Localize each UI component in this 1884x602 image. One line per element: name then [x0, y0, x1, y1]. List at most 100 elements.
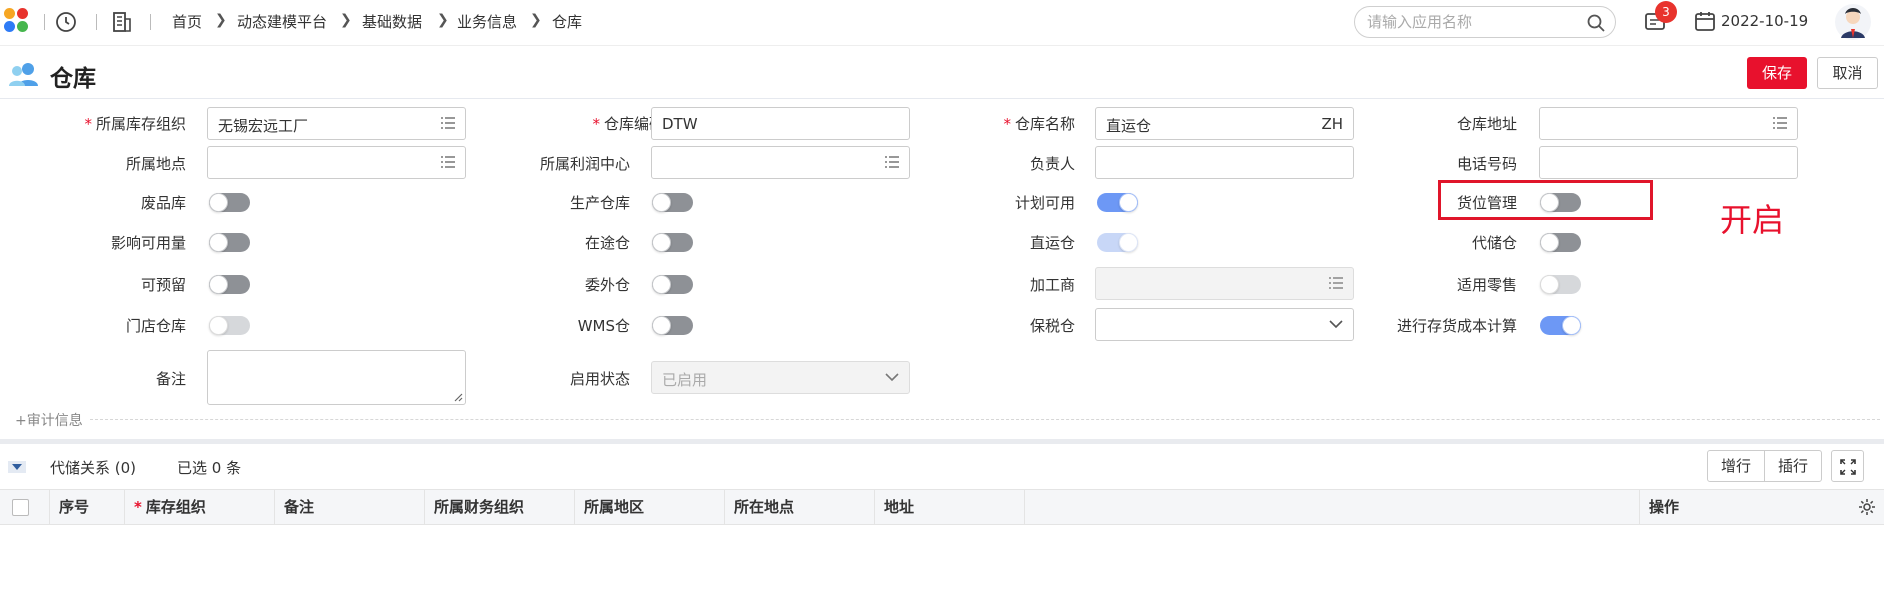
app-search-box[interactable] — [1354, 6, 1616, 38]
chevron-right-icon: ❯ — [215, 12, 227, 28]
divider — [44, 14, 45, 30]
retail-applicable-label: 适用零售 — [1456, 276, 1517, 294]
in-transit-label: 在途仓 — [584, 234, 630, 252]
user-avatar[interactable] — [1834, 2, 1872, 42]
expand-icon — [1840, 459, 1856, 475]
wh-address-field[interactable] — [1539, 107, 1798, 140]
audit-divider — [90, 419, 1880, 420]
reservable-label: 可预留 — [140, 276, 186, 294]
phone-label: 电话号码 — [1456, 155, 1517, 173]
collapse-triangle-icon[interactable] — [8, 461, 26, 473]
plan-available-label: 计划可用 — [1014, 194, 1075, 212]
remark-textarea[interactable] — [207, 350, 466, 405]
chevron-right-icon: ❯ — [437, 12, 449, 28]
cost-calc-toggle[interactable] — [1540, 316, 1581, 335]
list-icon[interactable] — [440, 155, 456, 169]
manager-field[interactable] — [1095, 146, 1354, 179]
outsourced-label: 委外仓 — [584, 276, 630, 294]
in-transit-toggle[interactable] — [652, 233, 693, 252]
processor-label: 加工商 — [1029, 276, 1075, 294]
phone-field[interactable] — [1539, 146, 1798, 179]
wh-name-label: * 仓库名称 — [1003, 115, 1075, 133]
fullscreen-button[interactable] — [1831, 450, 1864, 482]
column-header[interactable]: 所属财务组织 — [425, 490, 575, 524]
cancel-button[interactable]: 取消 — [1817, 57, 1878, 89]
processor-field — [1095, 267, 1354, 300]
wms-wh-toggle[interactable] — [652, 316, 693, 335]
language-suffix[interactable]: ZH — [1321, 115, 1343, 133]
column-header[interactable]: 地址 — [875, 490, 1025, 524]
direct-ship-toggle — [1097, 233, 1138, 252]
grid-title[interactable]: 代储关系 (0) — [50, 457, 136, 478]
save-button[interactable]: 保存 — [1747, 57, 1807, 89]
annotation-text: 开启 — [1720, 201, 1785, 239]
waste-wh-toggle[interactable] — [209, 193, 250, 212]
building-icon[interactable] — [110, 10, 134, 34]
breadcrumb-home[interactable]: 首页 — [172, 11, 202, 32]
selected-count: 已选 0 条 — [177, 459, 242, 477]
consignment-toggle[interactable] — [1540, 233, 1581, 252]
select-all-cell — [0, 490, 50, 524]
status-select: 已启用 — [651, 361, 910, 394]
wh-code-label: * 仓库编码 — [592, 115, 664, 133]
status-label: 启用状态 — [569, 370, 630, 388]
current-date[interactable]: 2022-10-19 — [1721, 12, 1808, 30]
profit-center-field[interactable] — [651, 146, 910, 179]
audit-info-toggle[interactable]: +审计信息 — [15, 410, 83, 430]
highlight-box — [1438, 180, 1653, 220]
row-button-group: 增行 插行 — [1707, 450, 1823, 482]
direct-ship-label: 直运仓 — [1029, 234, 1075, 252]
page-title: 仓库 — [50, 66, 96, 92]
history-clock-icon[interactable] — [54, 10, 78, 34]
remark-label: 备注 — [155, 370, 186, 388]
search-input[interactable] — [1367, 13, 1567, 31]
column-header-required[interactable]: * 库存组织 — [125, 490, 275, 524]
chevron-right-icon: ❯ — [340, 12, 352, 28]
divider — [150, 14, 151, 30]
chevron-down-icon — [885, 373, 899, 382]
column-header[interactable]: 序号 — [50, 490, 125, 524]
column-header[interactable]: 备注 — [275, 490, 425, 524]
app-logo[interactable] — [4, 8, 30, 34]
breadcrumb-platform[interactable]: 动态建模平台 — [237, 11, 327, 32]
location-label: 所属地点 — [125, 155, 186, 173]
column-header[interactable]: 所属地区 — [575, 490, 725, 524]
warehouse-form: * 所属库存组织 无锡宏远工厂 * 仓库编码 DTW * 仓库名称 直运仓 ZH 仓库… — [0, 100, 1884, 440]
plan-available-toggle[interactable] — [1097, 193, 1138, 212]
page-header: 仓库 保存 取消 — [0, 47, 1884, 99]
bonded-label: 保税仓 — [1029, 317, 1075, 335]
retail-applicable-toggle[interactable] — [1540, 275, 1581, 294]
list-icon[interactable] — [1772, 116, 1788, 130]
column-settings-gear-icon[interactable] — [1858, 498, 1876, 516]
chevron-down-icon[interactable] — [1329, 319, 1343, 329]
wh-name-field[interactable]: 直运仓 ZH — [1095, 107, 1354, 140]
resize-handle-icon[interactable] — [453, 392, 463, 402]
outsourced-toggle[interactable] — [652, 275, 693, 294]
affect-available-toggle[interactable] — [209, 233, 250, 252]
calendar-icon[interactable] — [1694, 10, 1716, 32]
inv-org-field[interactable]: 无锡宏远工厂 — [207, 107, 466, 140]
wms-wh-label: WMS仓 — [577, 317, 630, 335]
chevron-right-icon: ❯ — [530, 12, 542, 28]
top-bar: 首页 ❯ 动态建模平台 ❯ 基础数据 ❯ 业务信息 ❯ 仓库 3 2022-10… — [0, 0, 1884, 46]
reservable-toggle[interactable] — [209, 275, 250, 294]
waste-wh-label: 废品库 — [140, 194, 186, 212]
wh-code-field[interactable]: DTW — [651, 107, 910, 140]
list-icon[interactable] — [884, 155, 900, 169]
consignment-label: 代储仓 — [1471, 234, 1517, 252]
select-all-checkbox[interactable] — [12, 499, 29, 516]
manager-label: 负责人 — [1029, 155, 1075, 173]
production-wh-toggle[interactable] — [652, 193, 693, 212]
search-icon[interactable] — [1587, 14, 1605, 32]
grid-header: 序号 * 库存组织 备注 所属财务组织 所属地区 所在地点 地址 操作 — [0, 489, 1884, 525]
breadcrumb-basic-data[interactable]: 基础数据 — [362, 11, 422, 32]
add-row-button[interactable]: 增行 — [1708, 451, 1764, 481]
notification-badge: 3 — [1655, 1, 1677, 23]
breadcrumb-business-info[interactable]: 业务信息 — [457, 11, 517, 32]
location-field[interactable] — [207, 146, 466, 179]
store-wh-toggle[interactable] — [209, 316, 250, 335]
list-icon[interactable] — [440, 116, 456, 130]
insert-row-button[interactable]: 插行 — [1764, 451, 1821, 481]
column-header[interactable]: 所在地点 — [725, 490, 875, 524]
bonded-select[interactable] — [1095, 308, 1354, 341]
